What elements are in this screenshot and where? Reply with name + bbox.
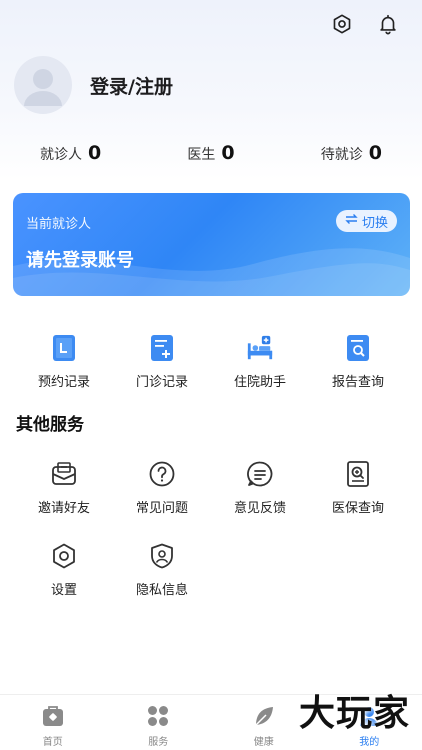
- stat-label: 待就诊: [320, 147, 363, 163]
- other-services-title: 其他服务: [16, 415, 84, 435]
- home-medical-bag-icon: [40, 703, 66, 729]
- stat-patients[interactable]: 就诊人 0: [40, 142, 101, 164]
- switch-label: 切换: [361, 215, 388, 231]
- settings-icon[interactable]: [330, 12, 354, 36]
- service-label: 意见反馈: [233, 501, 286, 516]
- service-label: 隐私信息: [135, 583, 188, 598]
- stats-row: 就诊人 0 医生 0 待就诊 0: [0, 142, 422, 164]
- tab-label: 服务: [148, 737, 169, 748]
- quick-action-label: 预约记录: [37, 375, 90, 390]
- leaf-icon: [251, 703, 277, 729]
- service-feedback[interactable]: 意见反馈: [211, 460, 309, 516]
- service-invite-friends[interactable]: 邀请好友: [15, 460, 113, 516]
- quick-action-label: 报告查询: [331, 375, 384, 390]
- tab-services[interactable]: 服务: [106, 695, 212, 750]
- tab-home[interactable]: 首页: [0, 695, 106, 750]
- current-patient-card[interactable]: 当前就诊人 请先登录账号 切换: [13, 193, 410, 296]
- service-label: 医保查询: [331, 501, 384, 516]
- settings-icon: [50, 542, 78, 570]
- stat-value: 0: [88, 142, 102, 164]
- profile-header[interactable]: 登录/注册: [14, 56, 173, 114]
- service-insurance[interactable]: 医保查询: [309, 460, 407, 516]
- feedback-icon: [246, 460, 274, 488]
- other-services-grid: 邀请好友 常见问题 意见反馈 医保查询: [15, 460, 422, 516]
- other-services-grid-row2: 设置 隐私信息: [15, 542, 422, 598]
- tab-label: 健康: [253, 737, 274, 748]
- stat-value: 0: [368, 142, 382, 164]
- service-label: 常见问题: [135, 501, 188, 516]
- quick-action-hospitalization[interactable]: 住院助手: [211, 334, 309, 390]
- stat-value: 0: [221, 142, 235, 164]
- stat-pending[interactable]: 待就诊 0: [321, 142, 382, 164]
- login-hint: 请先登录账号: [26, 250, 134, 271]
- service-privacy[interactable]: 隐私信息: [113, 542, 211, 598]
- grid-apps-icon: [145, 703, 171, 729]
- service-label: 设置: [50, 583, 77, 598]
- tab-label: 首页: [42, 737, 63, 748]
- report-search-icon: [344, 334, 372, 362]
- service-faq[interactable]: 常见问题: [113, 460, 211, 516]
- switch-patient-button[interactable]: 切换: [335, 210, 397, 232]
- quick-actions: 预约记录 门诊记录 住院助手 报告查询: [15, 334, 422, 390]
- header-actions: [330, 12, 400, 36]
- service-label: 邀请好友: [37, 501, 90, 516]
- stat-label: 医生: [187, 147, 216, 163]
- bell-icon[interactable]: [376, 12, 400, 36]
- privacy-shield-icon: [148, 542, 176, 570]
- invite-mail-icon: [50, 460, 78, 488]
- quick-action-label: 门诊记录: [135, 375, 188, 390]
- quick-action-report[interactable]: 报告查询: [309, 334, 407, 390]
- question-icon: [148, 460, 176, 488]
- outpatient-record-icon: [148, 334, 176, 362]
- stat-label: 就诊人: [40, 147, 82, 163]
- login-register-link[interactable]: 登录/注册: [90, 72, 173, 99]
- appointment-record-icon: [50, 334, 78, 362]
- avatar[interactable]: [14, 56, 72, 114]
- swap-arrows-icon: [345, 213, 358, 229]
- watermark: 大玩家: [298, 692, 410, 734]
- hospital-bed-icon: [246, 334, 274, 362]
- quick-action-outpatient[interactable]: 门诊记录: [113, 334, 211, 390]
- insurance-search-icon: [344, 460, 372, 488]
- service-settings[interactable]: 设置: [15, 542, 113, 598]
- quick-action-label: 住院助手: [233, 375, 286, 390]
- stat-doctors[interactable]: 医生 0: [187, 142, 234, 164]
- current-patient-label: 当前就诊人: [26, 217, 92, 232]
- quick-action-appointment[interactable]: 预约记录: [15, 334, 113, 390]
